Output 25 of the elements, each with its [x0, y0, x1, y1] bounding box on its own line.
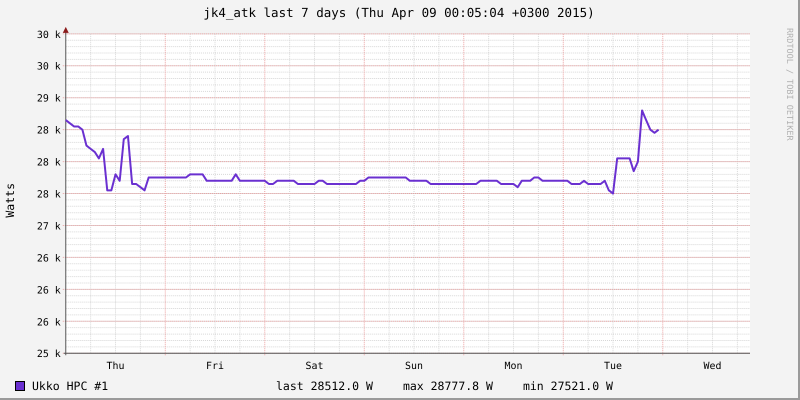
tick-label: 28 k: [36, 126, 61, 137]
tick-label: Sun: [404, 361, 423, 372]
tick-label: Mon: [504, 361, 522, 372]
tick-label: 29 k: [36, 94, 61, 105]
tick-label: 26 k: [36, 317, 61, 328]
chart-title: jk4_atk last 7 days (Thu Apr 09 00:05:04 +0300 2015): [202, 4, 596, 22]
tick-label: Fri: [206, 361, 224, 372]
legend-stat: min 27521.0 W: [522, 379, 613, 393]
tick-label: 26 k: [36, 285, 61, 296]
tick-label: 30 k: [36, 30, 61, 41]
tick-label: 30 k: [36, 62, 61, 73]
y-axis-label: Watts: [2, 182, 17, 218]
tick-label: 25 k: [36, 349, 61, 360]
tick-label: 28 k: [36, 158, 61, 169]
legend-stat: max 28777.8 W: [402, 379, 493, 393]
tick-label: 28 k: [36, 190, 61, 200]
credit-text: RRDTOOL / TOBI OETIKER: [784, 28, 794, 141]
tick-label: Tue: [604, 361, 622, 372]
tick-label: Thu: [106, 361, 124, 372]
tick-label: Sat: [305, 361, 324, 372]
legend-label: Ukko HPC #1: [32, 379, 110, 393]
tick-label: Wed: [703, 361, 722, 372]
legend-stat: last 28512.0 W: [276, 379, 373, 393]
tick-label: 26 k: [36, 253, 61, 264]
tick-label: 27 k: [36, 221, 61, 232]
